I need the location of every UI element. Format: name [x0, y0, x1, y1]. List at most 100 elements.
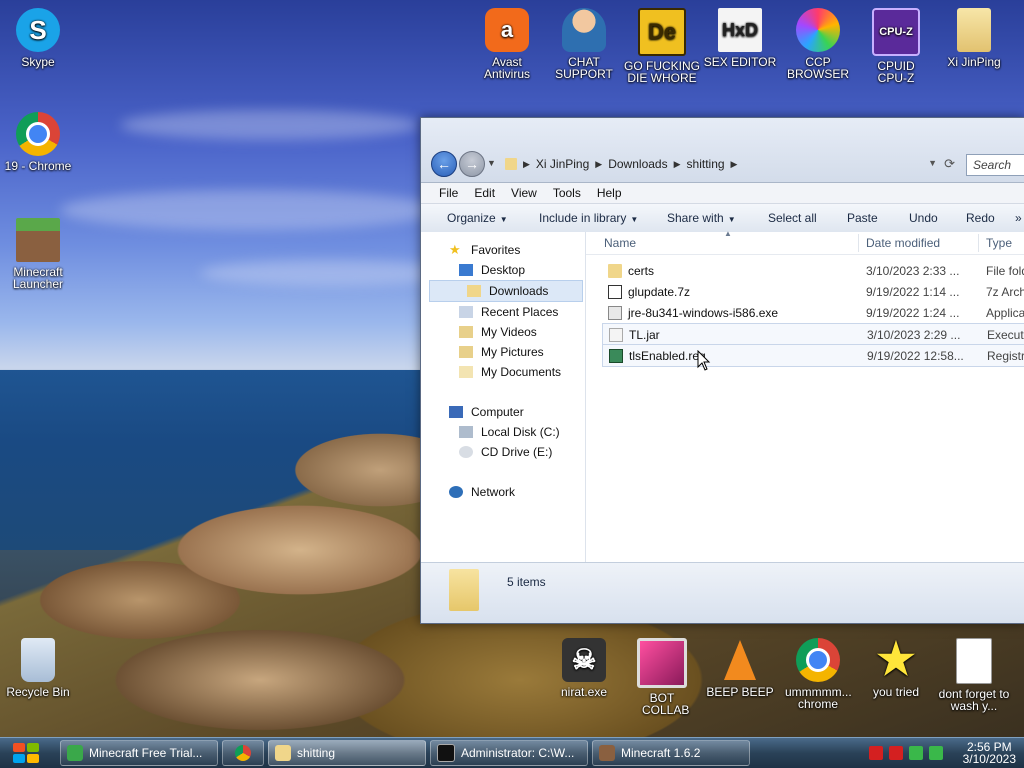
nav-my-documents[interactable]: My Documents	[421, 362, 585, 382]
menu-help[interactable]: Help	[597, 186, 622, 200]
chrome-icon	[235, 745, 251, 761]
pictures-folder-icon	[459, 346, 473, 358]
desktop-icon-cpuz[interactable]: CPU-Z CPUID CPU-Z	[858, 8, 934, 84]
vlc-cone-icon	[718, 638, 762, 682]
desktop-icon-avast[interactable]: a Avast Antivirus	[469, 8, 545, 80]
redo-button[interactable]: Redo	[966, 211, 995, 225]
star-icon: ★	[876, 635, 916, 684]
desktop-icon-minecraft-launcher[interactable]: Minecraft Launcher	[0, 218, 76, 290]
file-row[interactable]: glupdate.7z 9/19/2022 1:14 ... 7z Arch	[602, 281, 1024, 302]
nav-network[interactable]: Network	[421, 482, 585, 502]
desktop-icon	[459, 264, 473, 276]
menu-edit[interactable]: Edit	[474, 186, 495, 200]
undo-button[interactable]: Undo	[909, 211, 938, 225]
desktop-icon-hex-editor[interactable]: HxD SEX EDITOR	[702, 8, 778, 68]
desktop-icon-document[interactable]: dont forget to wash y...	[936, 638, 1012, 712]
nav-my-pictures[interactable]: My Pictures	[421, 342, 585, 362]
file-row[interactable]: TL.jar 3/10/2023 2:29 ... Execut	[602, 323, 1024, 346]
address-dropdown-icon[interactable]: ▼	[928, 158, 937, 168]
nav-recent-places[interactable]: Recent Places	[421, 302, 585, 322]
more-commands-icon[interactable]: »	[1015, 211, 1022, 225]
desktop-icon-ccp-browser[interactable]: CCP BROWSER	[780, 8, 856, 80]
chevron-down-icon: ▼	[630, 215, 639, 224]
desktop-icon-chrome-2[interactable]: ummmmm... chrome	[780, 638, 856, 710]
desktop-icon-label: Skype	[21, 55, 55, 69]
include-in-library-button[interactable]: Include in library ▼	[539, 211, 638, 225]
explorer-titlebar: ← → ▼ ▶ Xi JinPing ▶ Downloads ▶ shittin…	[421, 118, 1024, 183]
cmd-icon	[437, 744, 455, 762]
desktop-icon-label: Recycle Bin	[6, 685, 70, 699]
nav-favorites[interactable]: ★ Favorites	[421, 240, 585, 260]
breadcrumb-item[interactable]: Downloads	[608, 157, 667, 171]
support-person-icon	[562, 8, 606, 52]
desktop-icon-skype[interactable]: S Skype	[0, 8, 76, 68]
column-date-modified[interactable]: Date modified	[866, 236, 940, 250]
taskbar: Minecraft Free Trial... shitting Adminis…	[0, 737, 1024, 768]
cpuz-icon: CPU-Z	[872, 8, 920, 56]
desktop-icon-chat-support[interactable]: CHAT SUPPORT	[546, 8, 622, 80]
taskbar-item-minecraft-trial[interactable]: Minecraft Free Trial...	[60, 740, 218, 766]
minecraft-icon	[67, 745, 83, 761]
desktop-icon-bot-collab[interactable]: BOT COLLAB	[624, 638, 700, 716]
taskbar-item-minecraft[interactable]: Minecraft 1.6.2	[592, 740, 750, 766]
column-name[interactable]: Name	[604, 236, 636, 250]
hxd-icon: HxD	[718, 8, 762, 52]
folder-icon	[467, 285, 481, 297]
search-input[interactable]: Search	[966, 154, 1024, 176]
column-type[interactable]: Type	[986, 236, 1012, 250]
paste-button[interactable]: Paste	[847, 211, 878, 225]
desktop-icon-beep-beep[interactable]: BEEP BEEP	[702, 638, 778, 698]
desktop-icon-label: dont forget to wash y...	[938, 687, 1010, 713]
flag-icon[interactable]	[868, 746, 883, 760]
share-with-button[interactable]: Share with ▼	[667, 211, 736, 225]
back-button[interactable]: ←	[431, 151, 457, 177]
skype-icon: S	[16, 8, 60, 52]
menu-tools[interactable]: Tools	[553, 186, 581, 200]
nav-downloads[interactable]: Downloads	[429, 280, 583, 302]
breadcrumb-item[interactable]: Xi JinPing	[536, 157, 589, 171]
desktop-icon-de[interactable]: De GO FUCKING DIE WHORE	[624, 8, 700, 84]
videos-folder-icon	[459, 326, 473, 338]
taskbar-item-cmd[interactable]: Administrator: C:\W...	[430, 740, 588, 766]
network-icon[interactable]	[908, 746, 923, 760]
file-row[interactable]: certs 3/10/2023 2:33 ... File fold	[602, 260, 1024, 281]
menu-view[interactable]: View	[511, 186, 537, 200]
taskbar-item-explorer[interactable]: shitting	[268, 740, 426, 766]
display-icon[interactable]	[888, 746, 903, 760]
command-bar: Organize ▼ Include in library ▼ Share with…	[421, 204, 1024, 233]
select-all-button[interactable]: Select all	[768, 211, 817, 225]
recent-pages-dropdown-icon[interactable]: ▼	[487, 158, 496, 168]
folder-icon	[608, 263, 622, 278]
menu-file[interactable]: File	[439, 186, 458, 200]
menu-bar: File Edit View Tools Help	[421, 183, 1024, 204]
organize-button[interactable]: Organize ▼	[447, 211, 508, 225]
start-button[interactable]	[8, 740, 44, 766]
chevron-down-icon: ▼	[727, 215, 736, 224]
desktop-icon-nirat[interactable]: ☠ nirat.exe	[546, 638, 622, 698]
nav-local-disk-c[interactable]: Local Disk (C:)	[421, 422, 585, 442]
nav-my-videos[interactable]: My Videos	[421, 322, 585, 342]
refresh-icon[interactable]: ⟳	[944, 156, 955, 172]
desktop-icon-recycle-bin[interactable]: Recycle Bin	[0, 638, 76, 698]
breadcrumb-item[interactable]: shitting	[687, 157, 725, 171]
item-count: 5 items	[507, 575, 546, 589]
desktop-icon-chrome[interactable]: 19 - Chrome	[0, 112, 76, 172]
desktop-icon-you-tried[interactable]: ★ you tried	[858, 635, 934, 699]
taskbar-item-chrome[interactable]	[222, 740, 264, 766]
minecraft-icon	[16, 218, 60, 262]
hard-drive-icon	[459, 426, 473, 438]
file-row[interactable]: tlsEnabled.reg 9/19/2022 12:58... Regist…	[602, 344, 1024, 367]
desktop-icon-xi-jinping[interactable]: Xi JinPing	[936, 8, 1012, 68]
nav-cd-drive-e[interactable]: CD Drive (E:)	[421, 442, 585, 462]
skull-icon: ☠	[562, 638, 606, 682]
details-pane: 5 items	[421, 562, 1024, 623]
explorer-window[interactable]: ← → ▼ ▶ Xi JinPing ▶ Downloads ▶ shittin…	[420, 117, 1024, 624]
nav-desktop[interactable]: Desktop	[421, 260, 585, 280]
file-row[interactable]: jre-8u341-windows-i586.exe 9/19/2022 1:2…	[602, 302, 1024, 323]
clock[interactable]: 2:56 PM 3/10/2023	[963, 741, 1016, 765]
nav-computer[interactable]: Computer	[421, 402, 585, 422]
forward-button[interactable]: →	[459, 151, 485, 177]
chevron-down-icon: ▼	[499, 215, 508, 224]
volume-icon[interactable]	[928, 746, 943, 760]
desktop-icon-label: BOT COLLAB	[642, 691, 690, 717]
